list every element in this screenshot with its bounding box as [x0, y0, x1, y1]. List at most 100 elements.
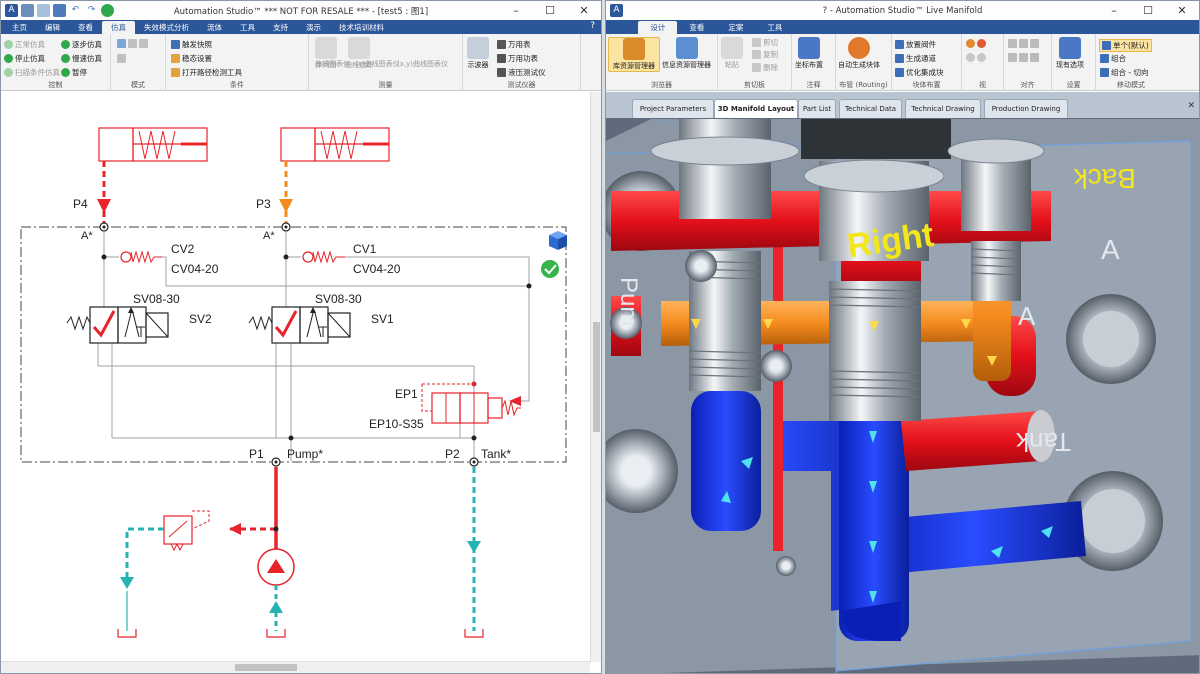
- ribbon-group-test-instruments: 示波器 万用表 万用功表 液压测试仪 测试仪器: [463, 34, 581, 91]
- tab-finalize[interactable]: 定案: [716, 21, 755, 34]
- ribbon-tab-bar-right: 设计 查看 定案 工具: [606, 20, 1199, 34]
- mode-icon-2[interactable]: [117, 54, 126, 63]
- move-group-option[interactable]: 组合: [1100, 53, 1126, 64]
- pump-symbol[interactable]: [257, 548, 295, 586]
- cut-button[interactable]: 剪切: [752, 37, 778, 48]
- pressure-valve-ep1[interactable]: [421, 383, 521, 424]
- relief-valve[interactable]: [163, 510, 210, 552]
- tab-demo[interactable]: 演示: [297, 21, 330, 34]
- align-tools-icon-2[interactable]: [1008, 53, 1039, 62]
- slow-sim-button[interactable]: 慢速仿真: [61, 53, 102, 64]
- tab-simulation[interactable]: 仿真: [102, 21, 135, 34]
- tab-3d-manifold-layout[interactable]: 3D Manifold Layout: [714, 99, 798, 118]
- oscilloscope-button[interactable]: 示波器: [467, 37, 489, 70]
- save-icon[interactable]: [53, 4, 66, 17]
- normal-sim-button[interactable]: 正常仿真: [4, 39, 45, 50]
- close-doc-icon[interactable]: ✕: [1187, 101, 1195, 111]
- tab-tools[interactable]: 工具: [231, 21, 264, 34]
- generate-channels-button[interactable]: 生成通道: [895, 53, 936, 64]
- close-button[interactable]: ✕: [567, 1, 601, 20]
- tab-view[interactable]: 查看: [677, 21, 716, 34]
- horizontal-scrollbar[interactable]: [1, 661, 590, 673]
- minimize-button[interactable]: –: [499, 1, 533, 20]
- simulation-ribbon: 正常仿真 停止仿真 扫描条件仿真 逐步仿真 慢速仿真 暂停 控制 模式 触发快照…: [1, 34, 601, 91]
- check-valve-cv2[interactable]: [120, 250, 162, 264]
- solenoid-valve-sv1[interactable]: [248, 306, 351, 344]
- relief-drain-line: [125, 527, 164, 581]
- mode-icon[interactable]: [117, 39, 148, 48]
- tab-support[interactable]: 支持: [264, 21, 297, 34]
- wattmeter-button[interactable]: 万用功表: [497, 53, 538, 64]
- existing-options-button[interactable]: 现有选项: [1056, 37, 1084, 70]
- help-icon[interactable]: ?: [590, 21, 595, 31]
- cylinder-right[interactable]: [280, 127, 390, 162]
- port-a-right-label: A*: [263, 230, 275, 242]
- path-detect-button[interactable]: 打开路径检测工具: [171, 67, 242, 78]
- manifold-cube-icon[interactable]: [549, 231, 567, 250]
- move-single-option[interactable]: 单个(默认): [1099, 39, 1152, 52]
- tab-technical-data[interactable]: Technical Data: [839, 99, 902, 118]
- solenoid-valve-sv2[interactable]: [66, 306, 169, 344]
- plotter-button[interactable]: 曲线图表仪: [315, 60, 350, 69]
- x-plotter-button[interactable]: (x)曲线图表仪: [355, 60, 400, 69]
- schematic-canvas[interactable]: CV2 CV04-20 CV1 CV04-20 SV08-30 SV2 SV08…: [1, 92, 591, 662]
- copy-button[interactable]: 复制: [752, 49, 778, 60]
- tab-technical-drawing[interactable]: Technical Drawing: [905, 99, 981, 118]
- info-explorer-button[interactable]: 信息资源管理器: [662, 37, 711, 70]
- new-icon[interactable]: [21, 4, 34, 17]
- pause-button[interactable]: 暂停: [61, 67, 87, 78]
- ribbon-group-align: 对齐: [1004, 34, 1052, 91]
- move-group-tangent-option[interactable]: 组合 - 切向: [1100, 67, 1148, 78]
- library-explorer-button[interactable]: 库资源管理器: [608, 37, 660, 72]
- tab-tools[interactable]: 工具: [755, 21, 794, 34]
- paste-button[interactable]: 粘贴: [721, 37, 743, 70]
- valid-check-icon[interactable]: [541, 260, 559, 278]
- manifold-3d-render: Back Right A A Tank Pum: [606, 118, 1199, 673]
- close-button[interactable]: ✕: [1165, 1, 1199, 20]
- quick-access-toolbar: A ↶ ↷: [1, 4, 114, 17]
- trigger-snapshot-button[interactable]: 触发快照: [171, 39, 212, 50]
- delete-button[interactable]: 删除: [752, 62, 778, 73]
- ribbon-group-browser: 库资源管理器 信息资源管理器 浏览器: [606, 34, 718, 91]
- cylinder-left[interactable]: [98, 127, 208, 162]
- steady-state-button[interactable]: 稳态设置: [171, 53, 212, 64]
- maximize-button[interactable]: ☐: [1131, 1, 1165, 20]
- tab-training[interactable]: 技术培训材料: [330, 21, 393, 34]
- tab-design[interactable]: 设计: [638, 21, 678, 34]
- app-logo-icon[interactable]: A: [610, 4, 623, 17]
- redo-icon[interactable]: ↷: [85, 4, 98, 17]
- face-label-back: Back: [1073, 163, 1136, 194]
- stop-sim-button[interactable]: 停止仿真: [4, 53, 45, 64]
- minimize-button[interactable]: –: [1097, 1, 1131, 20]
- play-icon[interactable]: [101, 4, 114, 17]
- view-tools-icon-2[interactable]: [966, 53, 986, 62]
- manifold-3d-view[interactable]: Back Right A A Tank Pum: [606, 118, 1199, 673]
- port-label-p2: P2: [445, 447, 460, 461]
- open-icon[interactable]: [37, 4, 50, 17]
- tab-production-drawing[interactable]: Production Drawing: [984, 99, 1068, 118]
- app-logo-icon[interactable]: A: [5, 4, 18, 17]
- scan-sim-button[interactable]: 扫描条件仿真: [4, 67, 60, 78]
- multimeter-button[interactable]: 万用表: [497, 39, 531, 50]
- align-tools-icon[interactable]: [1008, 39, 1039, 48]
- step-sim-button[interactable]: 逐步仿真: [61, 39, 102, 50]
- tab-edit[interactable]: 编辑: [36, 21, 69, 34]
- optimize-block-button[interactable]: 优化集成块: [895, 67, 944, 78]
- vertical-scrollbar[interactable]: [590, 92, 601, 662]
- auto-generate-block-button[interactable]: 自动生成块体: [838, 37, 880, 70]
- tab-view[interactable]: 查看: [69, 21, 102, 34]
- view-tools-icon[interactable]: [966, 39, 986, 48]
- coordinate-layout-button[interactable]: 坐标布置: [795, 37, 823, 70]
- tab-part-list[interactable]: Part List: [798, 99, 836, 118]
- tab-fluid[interactable]: 流体: [198, 21, 231, 34]
- xy-plotter-button[interactable]: (x,y)曲线图表仪: [397, 60, 448, 69]
- maximize-button[interactable]: ☐: [533, 1, 567, 20]
- hydraulic-tester-button[interactable]: 液压测试仪: [497, 67, 546, 78]
- place-valves-button[interactable]: 放置阀件: [895, 39, 936, 50]
- check-valve-cv1[interactable]: [302, 250, 345, 264]
- tab-home[interactable]: 主页: [3, 21, 36, 34]
- tab-app-menu[interactable]: [608, 21, 638, 34]
- tab-fmea[interactable]: 失效模式分析: [135, 21, 198, 34]
- tab-project-parameters[interactable]: Project Parameters: [632, 99, 714, 118]
- undo-icon[interactable]: ↶: [69, 4, 82, 17]
